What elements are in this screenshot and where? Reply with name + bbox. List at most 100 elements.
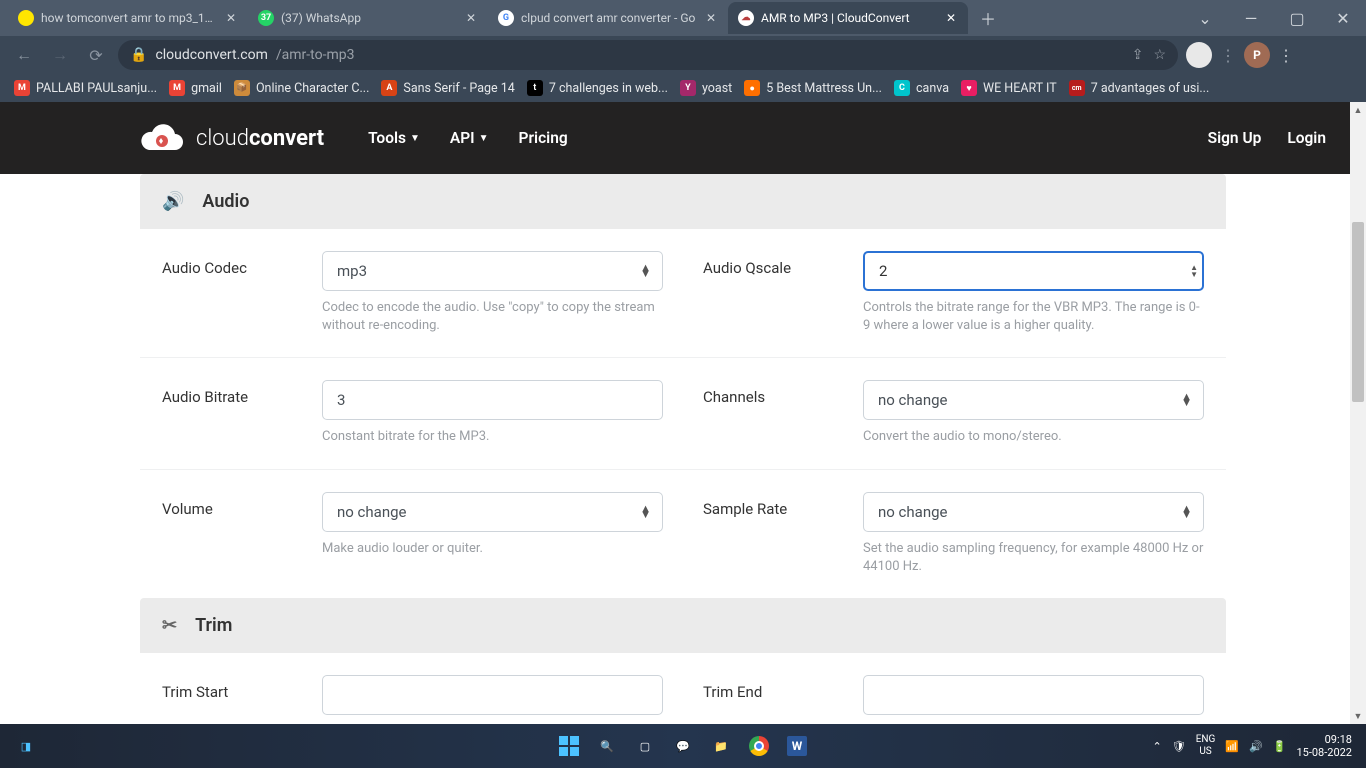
scroll-down-button[interactable]: ▼ (1350, 708, 1366, 724)
content-area: 🔊 Audio Audio Codec mp3 ▲▼ Codec to enco… (0, 174, 1366, 724)
tab-title: (37) WhatsApp (281, 11, 457, 25)
nav-api[interactable]: API ▼ (450, 129, 489, 147)
bookmark-item[interactable]: cm7 advantages of usi... (1069, 80, 1210, 96)
bookmarks-bar: MPALLABI PAULsanju... Mgmail 📦Online Cha… (0, 74, 1366, 102)
task-view-button[interactable]: ▢ (629, 730, 661, 762)
channels-select[interactable]: no change (863, 380, 1204, 420)
sample-rate-select[interactable]: no change (863, 492, 1204, 532)
close-icon[interactable]: ✕ (944, 11, 958, 25)
main-nav: Tools ▼ API ▼ Pricing (368, 129, 568, 147)
favicon-icon: ☁ (738, 10, 754, 26)
start-button[interactable] (553, 730, 585, 762)
tab-title: how tomconvert amr to mp3_150 (41, 11, 217, 25)
volume-icon[interactable]: 🔊 (1249, 740, 1263, 753)
share-icon[interactable]: ⇪ (1132, 47, 1144, 63)
audio-bitrate-input[interactable] (322, 380, 663, 420)
bookmark-item[interactable]: ♥WE HEART IT (961, 80, 1057, 96)
nav-tools[interactable]: Tools ▼ (368, 129, 420, 147)
star-icon[interactable]: ☆ (1153, 47, 1166, 63)
tray-security-icon[interactable]: 🛡 (1172, 740, 1186, 753)
help-volume: Make audio louder or quiter. (322, 540, 663, 558)
battery-icon[interactable]: 🔋 (1273, 740, 1287, 753)
url-path: /amr-to-mp3 (276, 47, 355, 63)
caret-down-icon[interactable]: ⌄ (1182, 0, 1228, 36)
label-audio-qscale: Audio Qscale (703, 251, 863, 335)
url-input[interactable]: 🔒 cloudconvert.com/amr-to-mp3 ⇪ ☆ (118, 40, 1178, 70)
label-audio-bitrate: Audio Bitrate (162, 380, 322, 446)
bookmark-item[interactable]: Ccanva (894, 80, 949, 96)
chrome-button[interactable] (743, 730, 775, 762)
new-tab-button[interactable]: ＋ (974, 4, 1002, 32)
label-channels: Channels (703, 380, 863, 446)
browser-tab-1[interactable]: 37 (37) WhatsApp ✕ (248, 2, 488, 34)
account-avatar[interactable]: P (1244, 42, 1270, 68)
spinner-icon[interactable]: ▲▼ (1190, 264, 1198, 278)
lock-icon: 🔒 (130, 47, 147, 63)
page-scrollbar[interactable]: ▲ ▼ (1350, 102, 1366, 724)
address-bar: ← → ⟳ 🔒 cloudconvert.com/amr-to-mp3 ⇪ ☆ … (0, 36, 1366, 74)
help-sample-rate: Set the audio sampling frequency, for ex… (863, 540, 1204, 576)
wifi-icon[interactable]: 📶 (1225, 740, 1239, 753)
tab-title: AMR to MP3 | CloudConvert (761, 11, 937, 25)
profile-avatar[interactable] (1186, 42, 1212, 68)
chevron-down-icon: ▼ (479, 133, 489, 144)
signup-link[interactable]: Sign Up (1208, 129, 1262, 147)
widgets-button[interactable]: ◨ (10, 730, 42, 762)
login-link[interactable]: Login (1287, 129, 1326, 147)
help-audio-qscale: Controls the bitrate range for the VBR M… (863, 299, 1204, 335)
chevron-down-icon: ▼ (410, 133, 420, 144)
help-audio-bitrate: Constant bitrate for the MP3. (322, 428, 663, 446)
reload-button[interactable]: ⟳ (82, 41, 110, 69)
bookmark-item[interactable]: Mgmail (169, 80, 222, 96)
search-button[interactable]: 🔍 (591, 730, 623, 762)
bookmark-item[interactable]: 📦Online Character C... (234, 80, 369, 96)
extensions-icon[interactable]: ⋮ (1220, 46, 1236, 65)
section-title: Trim (195, 615, 232, 636)
label-volume: Volume (162, 492, 322, 576)
browser-tab-2[interactable]: G clpud convert amr converter - Go ✕ (488, 2, 728, 34)
scroll-up-button[interactable]: ▲ (1350, 102, 1366, 118)
label-sample-rate: Sample Rate (703, 492, 863, 576)
forward-button[interactable]: → (46, 41, 74, 69)
trim-end-input[interactable] (863, 675, 1204, 715)
minimize-button[interactable]: ― (1228, 0, 1274, 36)
close-icon[interactable]: ✕ (464, 11, 478, 25)
clock[interactable]: 09:18 15-08-2022 (1296, 733, 1356, 759)
teams-button[interactable]: 💬 (667, 730, 699, 762)
tab-bar: how tomconvert amr to mp3_150 ✕ 37 (37) … (0, 0, 1366, 36)
label-trim-start: Trim Start (162, 675, 322, 724)
label-audio-codec: Audio Codec (162, 251, 322, 335)
bookmark-item[interactable]: t7 challenges in web... (527, 80, 668, 96)
speaker-icon: 🔊 (162, 191, 184, 212)
scroll-thumb[interactable] (1352, 222, 1364, 402)
back-button[interactable]: ← (10, 41, 38, 69)
nav-pricing[interactable]: Pricing (519, 129, 568, 147)
language-indicator[interactable]: ENG US (1196, 734, 1216, 758)
bookmark-item[interactable]: MPALLABI PAULsanju... (14, 80, 157, 96)
close-icon[interactable]: ✕ (224, 11, 238, 25)
label-trim-end: Trim End (703, 675, 863, 724)
file-explorer-button[interactable]: 📁 (705, 730, 737, 762)
bookmark-item[interactable]: ●5 Best Mattress Un... (744, 80, 882, 96)
close-icon[interactable]: ✕ (704, 11, 718, 25)
trim-start-input[interactable] (322, 675, 663, 715)
audio-codec-select[interactable]: mp3 (322, 251, 663, 291)
browser-tab-0[interactable]: how tomconvert amr to mp3_150 ✕ (8, 2, 248, 34)
close-button[interactable]: ✕ (1320, 0, 1366, 36)
url-host: cloudconvert.com (155, 47, 267, 63)
audio-qscale-input[interactable] (863, 251, 1204, 291)
bookmark-item[interactable]: Yyoast (680, 80, 732, 96)
menu-icon[interactable]: ⋮ (1278, 46, 1294, 65)
favicon-icon (18, 10, 34, 26)
tray-chevron-icon[interactable]: ⌃ (1153, 740, 1162, 753)
favicon-icon: G (498, 10, 514, 26)
word-button[interactable]: W (781, 730, 813, 762)
maximize-button[interactable]: ▢ (1274, 0, 1320, 36)
nav-right: Sign Up Login (1208, 129, 1326, 147)
browser-tab-3[interactable]: ☁ AMR to MP3 | CloudConvert ✕ (728, 2, 968, 34)
bookmark-item[interactable]: ASans Serif - Page 14 (381, 80, 514, 96)
help-audio-codec: Codec to encode the audio. Use "copy" to… (322, 299, 663, 335)
favicon-icon: 37 (258, 10, 274, 26)
volume-select[interactable]: no change (322, 492, 663, 532)
site-logo[interactable]: cloudconvert (140, 122, 324, 154)
